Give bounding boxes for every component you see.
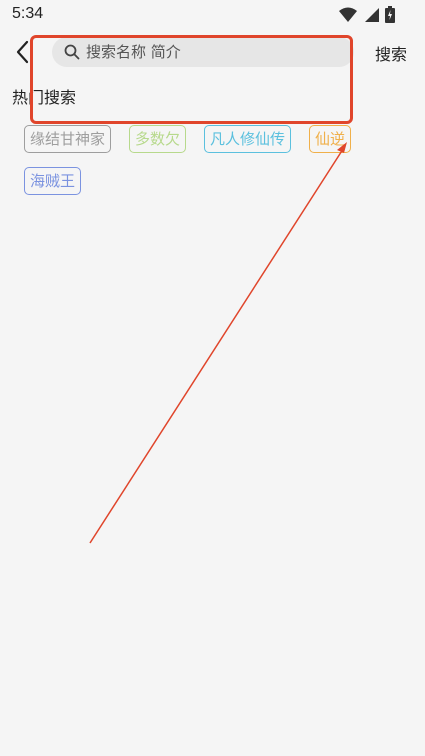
search-input[interactable]	[84, 42, 338, 62]
tag-row: 缘结甘神家 多数欠 凡人修仙传 仙逆	[24, 125, 404, 153]
battery-icon	[385, 6, 395, 27]
hot-tag[interactable]: 仙逆	[309, 125, 352, 153]
hot-tag[interactable]: 缘结甘神家	[24, 125, 112, 153]
annotation-arrow	[89, 142, 347, 544]
wifi-icon	[339, 7, 357, 27]
signal-icon	[363, 7, 379, 27]
status-bar: 5:34	[0, 0, 425, 30]
back-button[interactable]	[12, 38, 36, 66]
search-icon	[64, 44, 80, 60]
status-icons	[339, 6, 395, 27]
status-time: 5:34	[12, 5, 44, 22]
chevron-left-icon	[16, 40, 29, 64]
hot-tag[interactable]: 多数欠	[129, 125, 187, 153]
hot-tag[interactable]: 海贼王	[24, 167, 82, 195]
hot-search-title: 热门搜索	[12, 88, 77, 107]
hot-search-tags: 缘结甘神家 多数欠 凡人修仙传 仙逆 海贼王	[24, 125, 404, 209]
top-bar: 搜索	[0, 30, 425, 74]
tag-row: 海贼王	[24, 167, 404, 195]
hot-tag[interactable]: 凡人修仙传	[204, 125, 292, 153]
search-box[interactable]	[52, 37, 354, 67]
search-button[interactable]: 搜索	[375, 41, 407, 65]
